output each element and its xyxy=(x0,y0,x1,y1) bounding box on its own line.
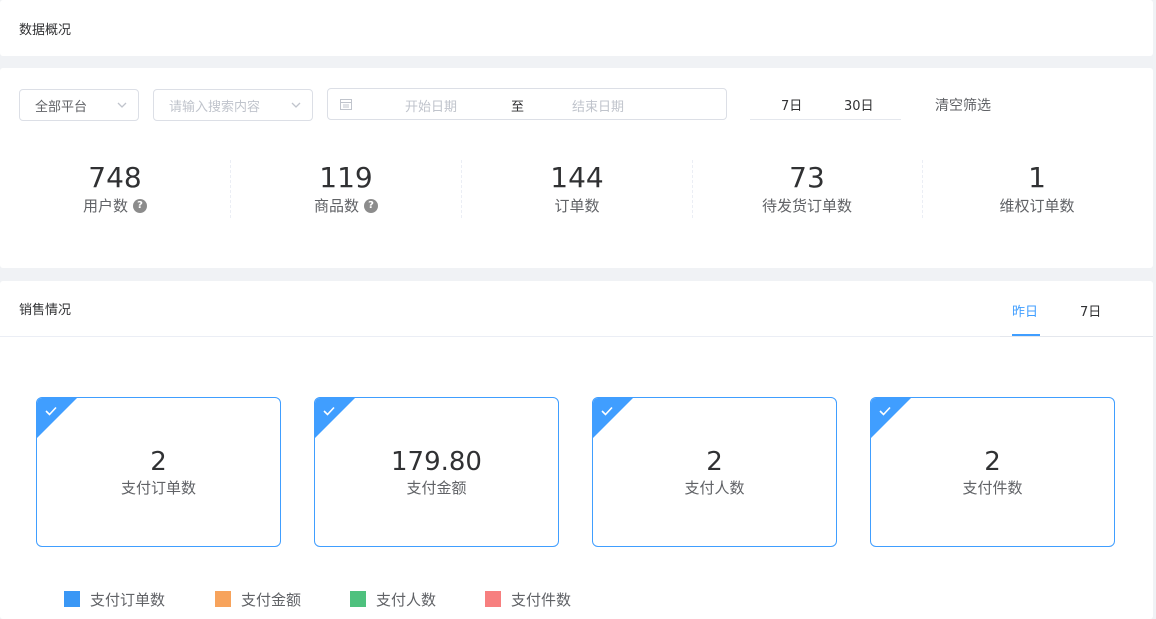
search-select-placeholder: 请输入搜索内容 xyxy=(169,99,261,115)
legend-label: 支付订单数 xyxy=(90,590,166,609)
metric-card-paid-orders[interactable]: 2 支付订单数 xyxy=(36,397,281,547)
metric-card-paid-items[interactable]: 2 支付件数 xyxy=(870,397,1115,547)
stat-label: 维权订单数 xyxy=(999,197,1075,215)
metric-label: 支付件数 xyxy=(962,479,1023,497)
metric-card-paid-amount[interactable]: 179.80 支付金额 xyxy=(314,397,559,547)
stat-users: 748 用户数? xyxy=(0,160,230,220)
metric-label: 支付金额 xyxy=(406,479,467,497)
chevron-down-icon xyxy=(116,99,128,111)
search-select[interactable]: 请输入搜索内容 xyxy=(153,89,313,121)
help-icon[interactable]: ? xyxy=(364,199,378,213)
stat-label: 商品数 xyxy=(313,197,359,215)
metric-label: 支付订单数 xyxy=(120,479,196,497)
legend-label: 支付件数 xyxy=(511,590,572,609)
stat-orders: 144 订单数 xyxy=(462,160,692,220)
legend-swatch xyxy=(64,591,80,607)
date-range-picker[interactable]: 开始日期 至 结束日期 xyxy=(327,88,727,120)
legend-label: 支付人数 xyxy=(376,590,437,609)
tab-yesterday[interactable]: 昨日 xyxy=(1012,301,1038,320)
stat-value: 1 xyxy=(1028,161,1046,194)
stat-value: 73 xyxy=(789,161,825,194)
help-icon[interactable]: ? xyxy=(133,199,147,213)
legend-swatch xyxy=(215,591,231,607)
legend-label: 支付金额 xyxy=(241,590,302,609)
check-icon xyxy=(878,403,892,417)
legend-item-paid-users[interactable]: 支付人数 xyxy=(350,589,436,609)
date-end-input[interactable]: 结束日期 xyxy=(572,96,624,115)
sales-title: 销售情况 xyxy=(0,281,1153,337)
calendar-icon xyxy=(339,97,353,111)
stat-rights-orders: 1 维权订单数 xyxy=(922,160,1152,220)
stat-label: 订单数 xyxy=(554,197,600,215)
stat-products: 119 商品数? xyxy=(231,160,461,220)
legend-swatch xyxy=(350,591,366,607)
check-icon xyxy=(44,403,58,417)
stat-value: 144 xyxy=(550,161,604,194)
stat-label: 待发货订单数 xyxy=(761,197,852,215)
overview-title: 数据概况 xyxy=(19,22,72,38)
tab-7-days[interactable]: 7日 xyxy=(1080,301,1101,320)
metric-label: 支付人数 xyxy=(684,479,745,497)
stat-pending-shipment: 73 待发货订单数 xyxy=(692,160,922,220)
sales-card: 销售情况 昨日 7日 2 支付订单数 179.80 支付金额 2 支付人数 2 … xyxy=(0,281,1153,619)
legend-swatch xyxy=(485,591,501,607)
chevron-down-icon xyxy=(290,99,302,111)
tabs-baseline xyxy=(1000,336,1153,337)
filter-card: 全部平台 请输入搜索内容 开始日期 至 结束日期 7日 30日 清空筛选 748… xyxy=(0,68,1153,268)
legend-item-paid-amount[interactable]: 支付金额 xyxy=(215,589,301,609)
quick-days-group: 7日 30日 xyxy=(750,88,901,120)
platform-select-value: 全部平台 xyxy=(35,99,88,115)
metric-card-paid-users[interactable]: 2 支付人数 xyxy=(592,397,837,547)
clear-filters-button[interactable]: 清空筛选 xyxy=(935,95,991,115)
check-icon xyxy=(322,403,336,417)
check-icon xyxy=(600,403,614,417)
quick-7-days-button[interactable]: 7日 xyxy=(781,95,802,114)
stat-label: 用户数 xyxy=(82,197,128,215)
stat-value: 748 xyxy=(88,161,142,194)
active-tab-indicator xyxy=(1012,334,1040,336)
quick-30-days-button[interactable]: 30日 xyxy=(844,95,874,114)
platform-select[interactable]: 全部平台 xyxy=(19,89,139,121)
overview-card: 数据概况 xyxy=(0,0,1153,56)
metric-value: 179.80 xyxy=(391,447,482,477)
date-separator: 至 xyxy=(511,100,525,115)
metric-value: 2 xyxy=(150,447,167,477)
metric-value: 2 xyxy=(984,447,1001,477)
legend-item-paid-orders[interactable]: 支付订单数 xyxy=(64,589,165,609)
stat-value: 119 xyxy=(319,161,373,194)
date-start-input[interactable]: 开始日期 xyxy=(405,96,457,115)
metric-value: 2 xyxy=(706,447,723,477)
legend-item-paid-items[interactable]: 支付件数 xyxy=(485,589,571,609)
